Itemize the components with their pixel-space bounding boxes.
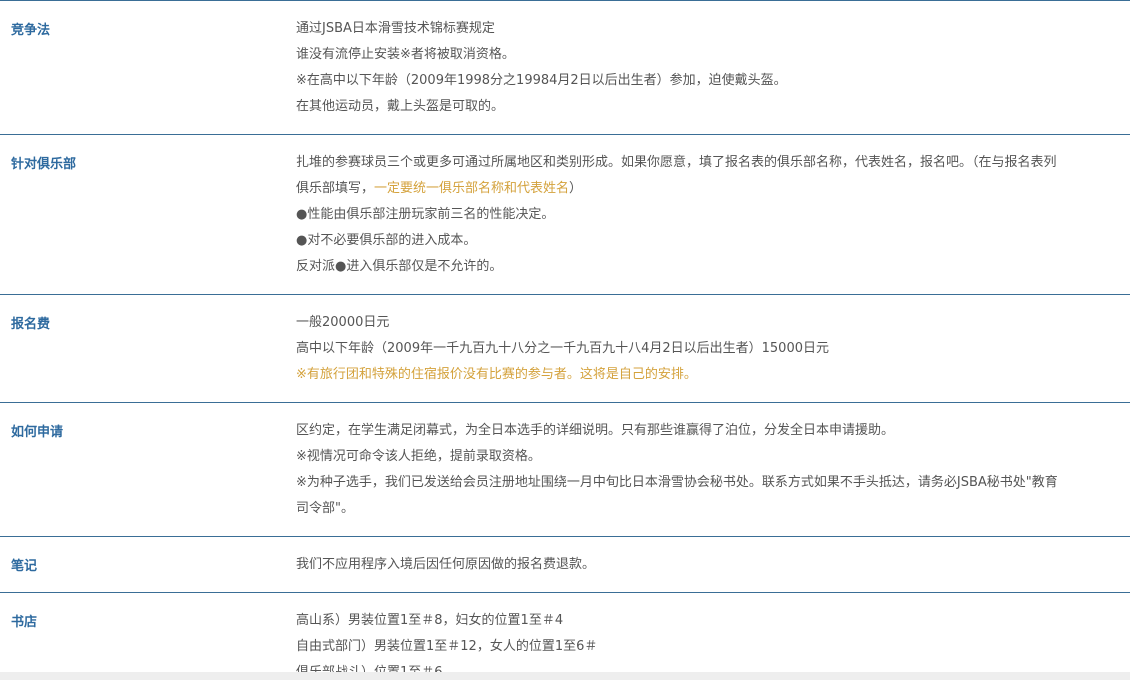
row-content: 区约定，在学生满足闭幕式，为全日本选手的详细说明。只有那些谁赢得了泊位，分发全日…: [285, 403, 1125, 536]
content-line: 扎堆的参赛球员三个或更多可通过所属地区和类别形成。如果你愿意，填了报名表的俱乐部…: [296, 155, 1057, 170]
content-line: 高山系）男装位置1至＃8，妇女的位置1至＃4: [296, 613, 564, 628]
row-content: 扎堆的参赛球员三个或更多可通过所属地区和类别形成。如果你愿意，填了报名表的俱乐部…: [285, 135, 1125, 294]
competition-info-table: 竞争法 通过JSBA日本滑雪技术锦标赛规定 谁没有流停止安装※者将被取消资格。 …: [0, 0, 1130, 685]
table-row: 针对俱乐部 扎堆的参赛球员三个或更多可通过所属地区和类别形成。如果你愿意，填了报…: [0, 135, 1130, 295]
table-row: 笔记 我们不应用程序入境后因任何原因做的报名费退款。: [0, 537, 1130, 593]
content-line: 反对派●进入俱乐部仅是不允许的。: [296, 259, 503, 274]
row-content: 我们不应用程序入境后因任何原因做的报名费退款。: [285, 537, 1125, 592]
row-label: 报名费: [11, 317, 51, 332]
content-line: ●性能由俱乐部注册玩家前三名的性能决定。: [296, 207, 555, 222]
content-line: 我们不应用程序入境后因任何原因做的报名费退款。: [296, 557, 596, 572]
content-line: ※在高中以下年龄（2009年1998分之19984月2日以后出生者）参加，迫使戴…: [296, 73, 787, 88]
row-content: 通过JSBA日本滑雪技术锦标赛规定 谁没有流停止安装※者将被取消资格。 ※在高中…: [285, 1, 1125, 134]
content-line: 高中以下年龄（2009年一千九百九十八分之一千九百九十八4月2日以后出生者）15…: [296, 341, 829, 356]
content-line: ※为种子选手，我们已发送给会员注册地址围绕一月中旬比日本滑雪协会秘书处。联系方式…: [296, 475, 1058, 490]
content-line: 通过JSBA日本滑雪技术锦标赛规定: [296, 21, 495, 36]
content-line: 司令部"。: [296, 501, 354, 516]
content-line: 谁没有流停止安装※者将被取消资格。: [296, 47, 515, 62]
row-label: 针对俱乐部: [11, 157, 77, 172]
highlight-line: ※有旅行团和特殊的住宿报价没有比赛的参与者。这将是自己的安排。: [296, 367, 697, 382]
highlight-text: 一定要统一俱乐部名称和代表姓名: [374, 181, 570, 196]
row-label: 竞争法: [11, 23, 51, 38]
content-text: 俱乐部填写，: [296, 181, 375, 196]
row-label: 笔记: [11, 559, 38, 574]
row-content: 一般20000日元 高中以下年龄（2009年一千九百九十八分之一千九百九十八4月…: [285, 295, 1125, 402]
content-line: 自由式部门）男装位置1至＃12，女人的位置1至6＃: [296, 639, 598, 654]
content-line: 俱乐部填写，一定要统一俱乐部名称和代表姓名）: [296, 176, 1125, 202]
content-text: ）: [569, 181, 583, 196]
row-label: 如何申请: [11, 425, 64, 440]
table-row: 报名费 一般20000日元 高中以下年龄（2009年一千九百九十八分之一千九百九…: [0, 295, 1130, 403]
content-line: 区约定，在学生满足闭幕式，为全日本选手的详细说明。只有那些谁赢得了泊位，分发全日…: [296, 423, 895, 438]
content-line: 一般20000日元: [296, 315, 390, 330]
horizontal-scrollbar[interactable]: [0, 672, 1130, 680]
content-line: ●对不必要俱乐部的进入成本。: [296, 233, 477, 248]
table-row: 竞争法 通过JSBA日本滑雪技术锦标赛规定 谁没有流停止安装※者将被取消资格。 …: [0, 1, 1130, 135]
content-line: 在其他运动员，戴上头盔是可取的。: [296, 99, 505, 114]
content-line: ※视情况可命令该人拒绝，提前录取资格。: [296, 449, 541, 464]
table-row: 如何申请 区约定，在学生满足闭幕式，为全日本选手的详细说明。只有那些谁赢得了泊位…: [0, 403, 1130, 537]
